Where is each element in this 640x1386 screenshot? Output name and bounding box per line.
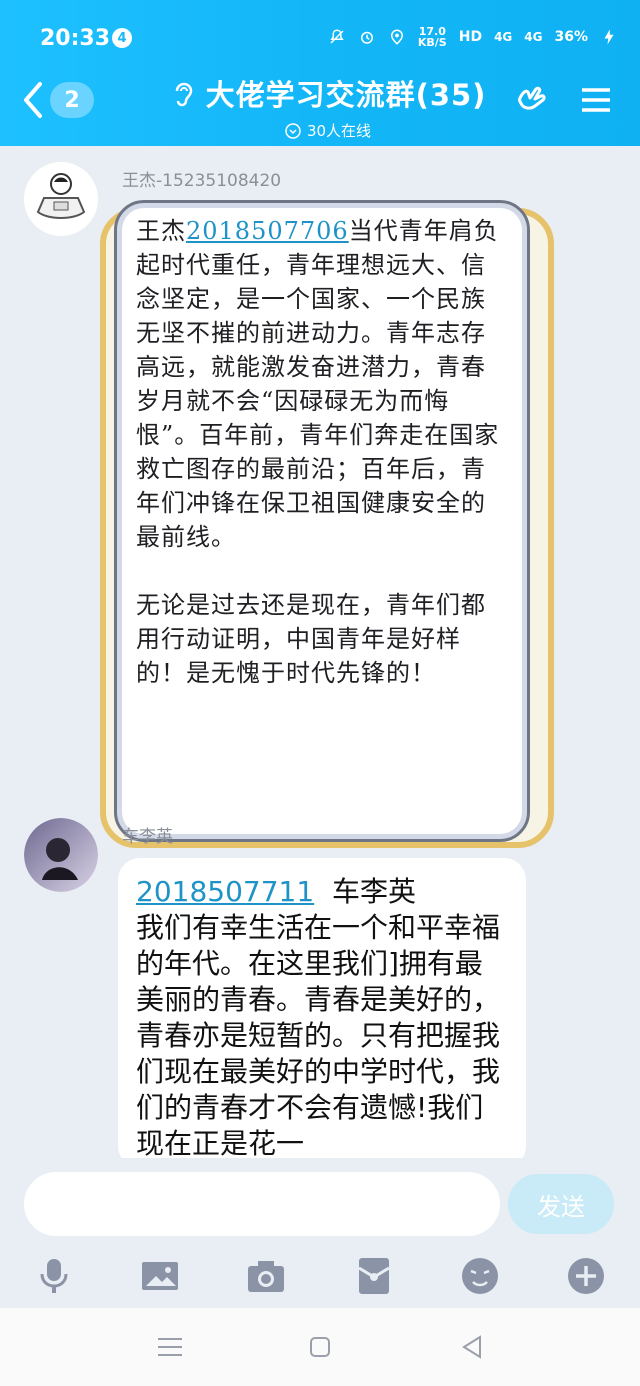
composer: 发送 [0, 1158, 640, 1308]
plus-icon[interactable] [566, 1256, 606, 1296]
sender-name: 王杰-15235108420 [122, 171, 282, 191]
home-square-icon[interactable] [306, 1334, 334, 1360]
chat-title: 大佬学习交流群(35) [205, 78, 487, 112]
charging-icon [604, 29, 614, 45]
battery-level: 36% [554, 29, 588, 45]
ear-icon [175, 82, 192, 107]
top-header: 20:33 4 17.0 KB/S HD 4G 4G 36% 2 大佬学习交流群… [0, 0, 640, 146]
notification-count-badge: 4 [112, 28, 132, 48]
send-button[interactable]: 发送 [508, 1174, 614, 1234]
message-list[interactable]: 王杰-15235108420 王杰2018507706当代青年肩负起时代重任，青… [0, 146, 640, 1158]
chat-title-area[interactable]: 大佬学习交流群(35) 30人在线 [148, 72, 508, 140]
camera-icon[interactable] [246, 1256, 286, 1296]
message-input[interactable] [24, 1172, 500, 1236]
system-navigation-bar [0, 1308, 640, 1386]
emoji-icon[interactable] [460, 1256, 500, 1296]
microphone-icon[interactable] [34, 1256, 74, 1296]
location-icon [390, 29, 403, 45]
hd-indicator: HD [458, 29, 483, 45]
status-right: 17.0 KB/S HD 4G 4G 36% [328, 26, 618, 48]
red-packet-icon[interactable] [354, 1256, 394, 1296]
message-body: 我们有幸生活在一个和平幸福的年代。在这里我们]拥有最美丽的青春。青春是美好的，青… [136, 911, 501, 1158]
avatar-illustration-icon [24, 162, 98, 236]
avatar[interactable] [24, 162, 98, 236]
status-time: 20:33 [40, 26, 111, 51]
unread-count-badge: 2 [50, 82, 94, 118]
sender-inline-name: 车李英 [331, 875, 416, 908]
online-count: 30人在线 [306, 122, 372, 140]
online-status: 30人在线 [148, 120, 508, 141]
alarm-icon [360, 31, 373, 44]
network-4g-2: 4G [524, 30, 543, 44]
chevron-down-circle-icon [285, 122, 301, 139]
sender-name: 车李英 [122, 827, 173, 847]
composer-tools [0, 1256, 640, 1296]
back-triangle-icon[interactable] [458, 1334, 486, 1360]
network-4g-1: 4G [494, 30, 513, 44]
mute-bell-icon [330, 29, 344, 44]
message-body-2: 无论是过去还是现在，青年们都用行动证明，中国青年是好样的！是无愧于时代先锋的！ [136, 591, 486, 687]
mention-link[interactable]: 2018507711 [136, 875, 314, 908]
avatar[interactable] [24, 818, 98, 892]
message-text: 2018507711 车李英 我们有幸生活在一个和平幸福的年代。在这里我们]拥有… [136, 874, 506, 1158]
chevron-left-icon [24, 82, 42, 118]
back-button[interactable]: 2 [22, 76, 108, 124]
message-text: 王杰2018507706当代青年肩负起时代重任，青年理想远大、信念坚定，是一个国… [136, 214, 508, 690]
menu-icon[interactable] [578, 82, 614, 118]
header-actions [514, 82, 614, 118]
hand-gesture-icon[interactable] [514, 82, 550, 118]
message-body: 当代青年肩负起时代重任，青年理想远大、信念坚定，是一个国家、一个民族无坚不摧的前… [136, 217, 500, 551]
avatar-photo-icon [24, 818, 98, 892]
sender-inline-name: 王杰 [136, 217, 186, 245]
speed-unit: KB/S [417, 36, 447, 49]
network-speed: 17.0 KB/S [418, 26, 447, 48]
mention-link[interactable]: 2018507706 [186, 217, 349, 245]
menu-lines-icon[interactable] [156, 1334, 184, 1360]
image-icon[interactable] [140, 1256, 180, 1296]
